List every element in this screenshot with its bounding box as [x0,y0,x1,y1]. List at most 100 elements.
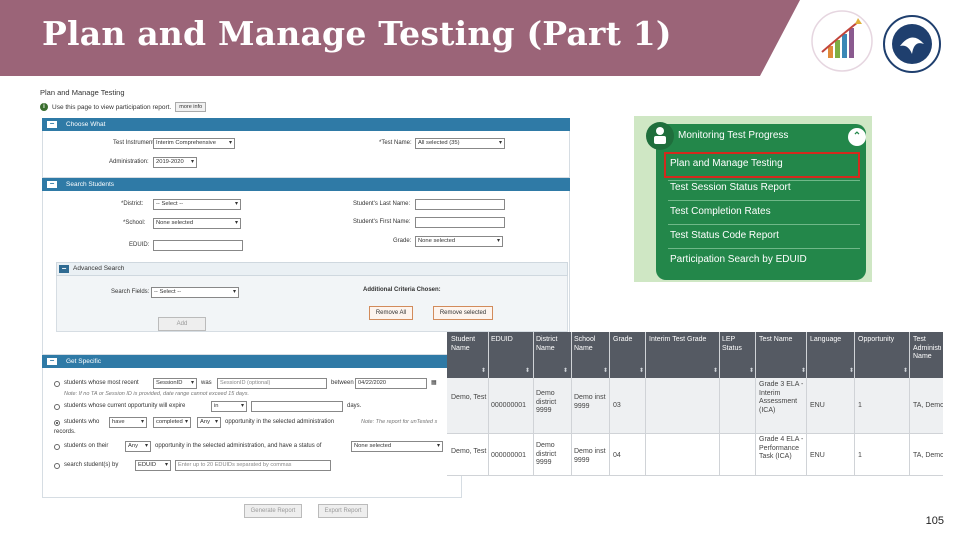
collapse-icon[interactable]: − [47,180,57,188]
highlight-box [664,152,860,178]
section-label: Choose What [66,121,106,128]
cell: Demo, Test [451,448,487,455]
search-fields-select[interactable]: -- Select -- [151,287,239,298]
col-district-name[interactable]: District Name [536,336,570,353]
opt5-input[interactable]: Enter up to 20 EDUIDs separated by comma… [175,460,331,471]
section-label: Get Specific [66,358,102,365]
eduid-input[interactable] [153,240,243,251]
menu-divider [668,180,860,181]
opt3-select-completed[interactable]: completed [153,417,191,428]
additional-criteria-label: Additional Criteria Chosen: [363,287,441,293]
section-choose-what[interactable]: − Choose What [42,118,570,131]
administration-select[interactable]: 2019-2020 [153,157,197,168]
menu-item-status-code[interactable]: Test Status Code Report [670,230,860,241]
opt1-date-input[interactable]: 04/22/2020 [355,378,427,389]
opt1-select[interactable]: SessionID [153,378,197,389]
cell: ENU [810,402,825,409]
column-divider [755,332,756,476]
eduid-label: EDUID: [129,242,150,248]
col-opportunity[interactable]: Opportunity [858,336,908,345]
col-lep-status[interactable]: LEP Status [722,336,752,353]
menu-item-participation-search[interactable]: Participation Search by EDUID [670,254,860,265]
cell: 1 [858,402,862,409]
section-advanced-search[interactable]: − Advanced Search [56,262,568,276]
sort-icon[interactable]: ⬍ [603,367,608,374]
grade-select[interactable]: None selected [415,236,503,247]
cell: Demo district 9999 [536,442,557,466]
radio-students-who[interactable] [54,420,60,426]
opt2-days-input[interactable] [251,401,343,412]
radio-most-recent[interactable] [54,381,60,387]
opt1-input[interactable]: SessionID (optional) [217,378,327,389]
collapse-icon[interactable]: − [59,265,69,273]
remove-selected-button[interactable]: Remove selected [433,306,493,320]
sort-icon[interactable]: ⬍ [639,367,644,374]
first-name-label: Student's First Name: [353,219,411,225]
form-page-title: Plan and Manage Testing [40,88,125,97]
column-divider [909,332,910,476]
export-report-button[interactable]: Export Report [318,504,368,518]
opt5-select[interactable]: EDUID [135,460,171,471]
opt3-text: students who [64,419,100,425]
school-select[interactable]: None selected [153,218,241,229]
section-search-students[interactable]: − Search Students [42,178,570,191]
last-name-input[interactable] [415,199,505,210]
opt2-select[interactable]: in [211,401,247,412]
test-name-label: *Test Name: [379,140,412,146]
opt1-between: between [331,380,354,386]
column-divider [609,332,610,476]
radio-expire[interactable] [54,404,60,410]
col-grade[interactable]: Grade [613,336,643,345]
sort-icon[interactable]: ⬍ [903,367,908,374]
sort-icon[interactable]: ⬍ [563,367,568,374]
column-divider [488,332,489,476]
column-divider [854,332,855,476]
cell: Demo district 9999 [536,390,557,414]
opt4-select[interactable]: Any [125,441,151,452]
generate-report-button[interactable]: Generate Report [244,504,302,518]
add-button[interactable]: Add [158,317,206,331]
test-instrument-select[interactable]: Interim Comprehensive [153,138,235,149]
more-info-button[interactable]: more info [175,102,207,112]
col-interim-test-grade[interactable]: Interim Test Grade [649,336,717,345]
chevron-up-icon[interactable]: ⌃ [848,128,866,146]
sort-icon[interactable]: ⬍ [525,367,530,374]
opt3-note: Note: The report for unTested s [361,419,438,425]
col-language[interactable]: Language [810,336,850,345]
section-get-specific[interactable]: − Get Specific [42,355,462,368]
collapse-icon[interactable]: − [47,357,57,365]
cell: 1 [858,452,862,459]
col-test-name[interactable]: Test Name [759,336,803,345]
last-name-label: Student's Last Name: [353,201,411,207]
sort-icon[interactable]: ⬍ [713,367,718,374]
column-divider [533,332,534,476]
radio-on-their[interactable] [54,444,60,450]
col-school-name[interactable]: School Name [574,336,608,353]
opt3-select-have[interactable]: have [109,417,147,428]
sort-icon[interactable]: ⬍ [749,367,754,374]
grade-label: Grade: [393,238,412,244]
sort-icon[interactable]: ⬍ [481,367,486,374]
collapse-icon[interactable]: − [47,120,57,128]
page-number: 105 [925,515,944,527]
district-select[interactable]: -- Select -- [153,199,241,210]
opt5-text: search student(s) by [64,462,119,468]
first-name-input[interactable] [415,217,505,228]
opt3-select-any[interactable]: Any [197,417,221,428]
advanced-search-body: Search Fields: -- Select -- Additional C… [56,276,568,332]
smarter-balanced-logo-icon [811,10,873,72]
menu-item-completion-rates[interactable]: Test Completion Rates [670,206,860,217]
opt4-status-select[interactable]: None selected [351,441,443,452]
column-divider [645,332,646,476]
radio-search-by[interactable] [54,463,60,469]
test-name-select[interactable]: All selected (35) [415,138,505,149]
col-test-administrator[interactable]: Test Administrator Name [913,336,941,362]
table-row[interactable]: Demo, Test 000000001 Demo district 9999 … [447,434,943,476]
col-eduid[interactable]: EDUID [491,336,531,345]
calendar-icon[interactable]: ▦ [431,379,437,386]
remove-all-button[interactable]: Remove All [369,306,413,320]
column-divider [719,332,720,476]
table-row[interactable]: Demo, Test 000000001 Demo district 9999 … [447,378,943,434]
col-student-name[interactable]: Student Name [451,336,487,353]
menu-item-session-status[interactable]: Test Session Status Report [670,182,860,193]
